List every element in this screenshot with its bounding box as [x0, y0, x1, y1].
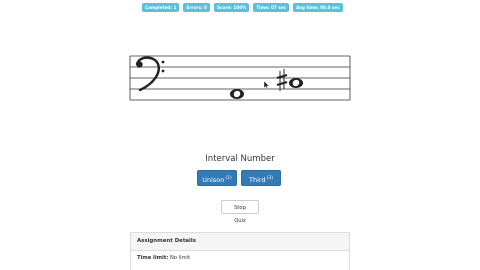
third-label: Third: [249, 176, 266, 184]
avg-time-badge: Avg time: 00.0 sec: [293, 3, 343, 12]
stop-quiz-button[interactable]: Stop Quiz: [221, 200, 259, 224]
music-staff: [129, 55, 351, 101]
sharp-icon: [276, 69, 288, 91]
whole-note-icon: [230, 89, 244, 99]
time-limit-value: No limit: [170, 255, 191, 261]
page: Completed: 1 Errors: 0 Score: 100% Time:…: [0, 0, 480, 270]
assignment-details-panel: Assignment Details Time limit: No limit: [130, 232, 350, 270]
answer-buttons: Unison(1) Third(3): [197, 170, 281, 186]
assignment-details-heading: Assignment Details: [131, 233, 349, 251]
unison-button[interactable]: Unison(1): [197, 170, 237, 186]
completed-badge: Completed: 1: [142, 3, 180, 12]
time-badge: Time: 07 sec: [253, 3, 290, 12]
mouse-pointer-icon: [264, 81, 270, 90]
stats-bar: Completed: 1 Errors: 0 Score: 100% Time:…: [142, 3, 343, 12]
errors-badge: Errors: 0: [183, 3, 210, 12]
time-limit-label: Time limit:: [137, 255, 169, 261]
sharp-whole-note-icon: [289, 78, 303, 88]
third-shortcut: (3): [266, 176, 273, 181]
unison-label: Unison: [202, 176, 225, 184]
bass-clef-icon: [135, 56, 165, 92]
third-button[interactable]: Third(3): [241, 170, 281, 186]
unison-shortcut: (1): [225, 176, 232, 181]
assignment-details-body: Time limit: No limit: [131, 251, 349, 265]
interval-prompt: Interval Number: [205, 154, 275, 164]
score-badge: Score: 100%: [213, 3, 250, 12]
